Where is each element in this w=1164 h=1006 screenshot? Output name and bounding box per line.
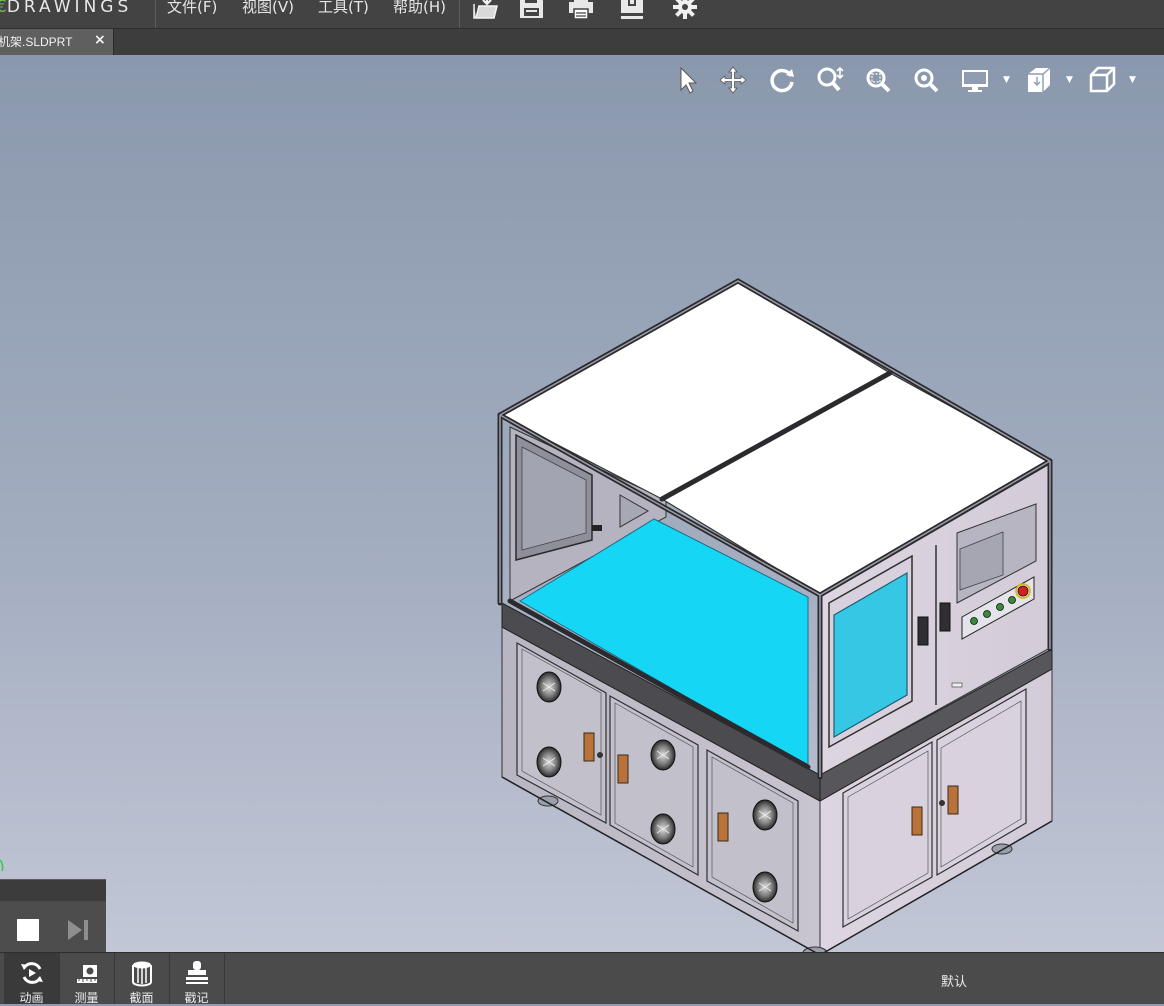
close-tab-icon[interactable]: × [94, 32, 106, 48]
view-orientation-icon[interactable] [1023, 65, 1053, 95]
rotate-icon[interactable] [767, 65, 797, 95]
open-file-icon[interactable] [470, 0, 500, 22]
animation-panel [0, 879, 106, 952]
menu-help[interactable]: 帮助(H) [393, 0, 446, 20]
section-label: 截面 [129, 991, 154, 1005]
animation-label: 动画 [19, 991, 44, 1005]
menu-divider [155, 0, 156, 28]
logo-text: DRAWINGS [6, 0, 133, 17]
document-properties-icon[interactable] [617, 0, 647, 22]
print-icon[interactable] [566, 0, 596, 22]
view-orientation-dropdown-icon[interactable]: ▼ [1066, 75, 1073, 85]
view-cube-dropdown-icon[interactable]: ▼ [1129, 75, 1136, 85]
menu-tools[interactable]: 工具(T) [318, 0, 369, 20]
stamp-label: 戳记 [184, 991, 209, 1005]
step-forward-icon[interactable] [66, 918, 90, 942]
document-tab[interactable]: 机架.SLDPRT × [0, 29, 114, 55]
pan-icon[interactable] [718, 65, 748, 95]
bottom-toolbar: 动画 测量 截面 戳记 [0, 952, 1164, 1005]
measure-label: 测量 [74, 991, 99, 1005]
display-style-dropdown-icon[interactable]: ▼ [1003, 75, 1010, 85]
zoom-window-icon[interactable] [863, 65, 893, 95]
animation-panel-header [0, 880, 106, 901]
stop-icon[interactable] [16, 918, 40, 942]
animation-icon [21, 962, 43, 984]
display-style-icon[interactable] [960, 65, 990, 95]
menu-bar: €DRAWINGS 文件(F) 视图(V) 工具(T) 帮助(H) [0, 0, 1164, 29]
document-tab-label: 机架.SLDPRT [0, 35, 73, 49]
select-arrow-icon[interactable] [673, 65, 703, 95]
measure-icon [77, 965, 97, 983]
logo-mark-icon: € [0, 0, 7, 17]
toolbar-divider [459, 0, 460, 28]
stamp-icon [186, 961, 208, 984]
stamp-button[interactable]: 戳记 [169, 953, 225, 1005]
standard-view-cube-icon[interactable] [1087, 65, 1117, 95]
measure-button[interactable]: 测量 [59, 953, 115, 1005]
zoom-icon[interactable] [815, 65, 845, 95]
zoom-fit-icon[interactable] [911, 65, 941, 95]
menu-file[interactable]: 文件(F) [167, 0, 217, 20]
app-logo: €DRAWINGS [0, 0, 132, 22]
save-icon[interactable] [517, 0, 547, 22]
configuration-name[interactable]: 默认 [941, 971, 967, 990]
menu-view[interactable]: 视图(V) [242, 0, 294, 20]
animation-button[interactable]: 动画 [4, 953, 60, 1005]
settings-gear-icon[interactable] [670, 0, 700, 22]
machine-frame-model[interactable] [480, 270, 1070, 970]
section-icon [132, 961, 152, 987]
3d-viewport[interactable]: ▼ ▼ ▼ [0, 55, 1164, 960]
document-tab-bar: 机架.SLDPRT × [0, 29, 1164, 55]
section-button[interactable]: 截面 [114, 953, 170, 1005]
